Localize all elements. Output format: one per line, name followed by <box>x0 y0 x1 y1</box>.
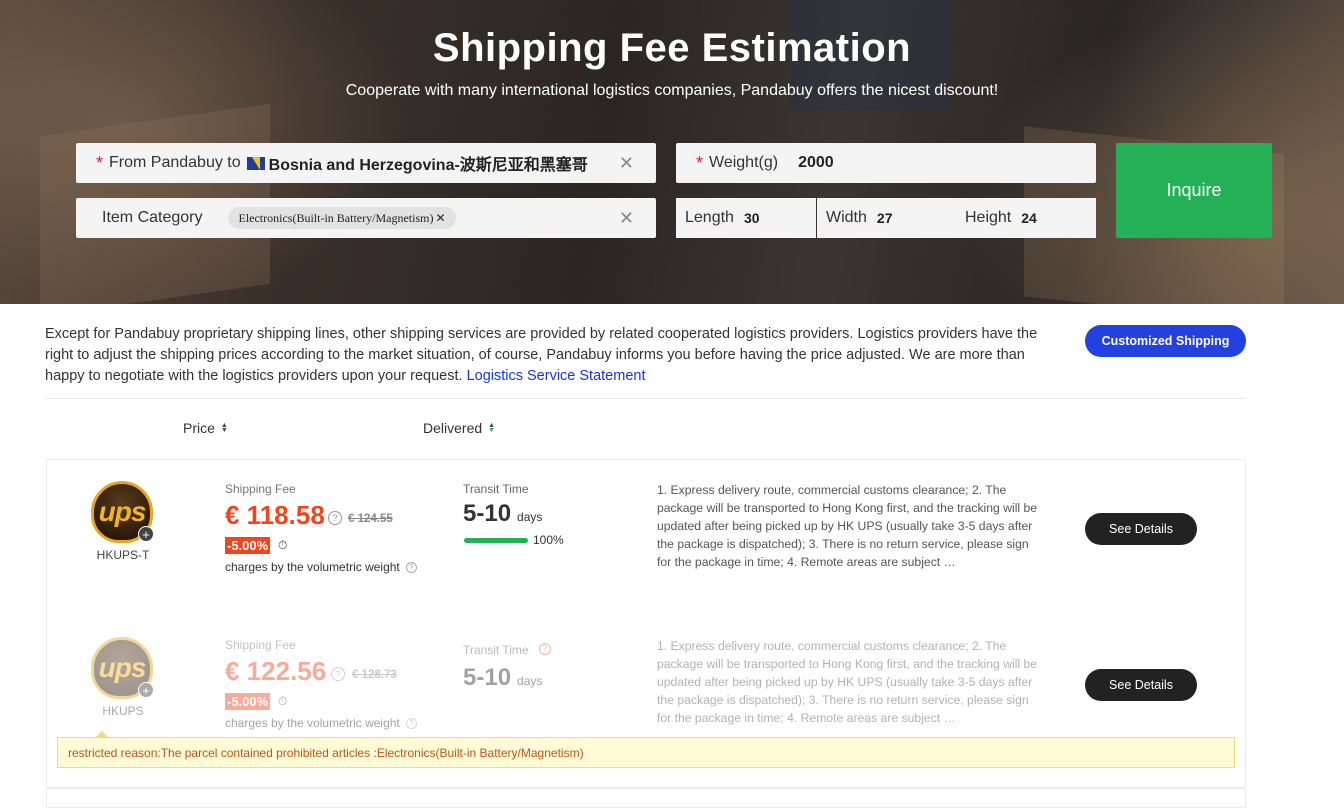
height-label: Height <box>965 209 1012 226</box>
item-category-select[interactable]: Item Category Electronics(Built-in Batte… <box>76 198 656 238</box>
category-tag-label: Electronics(Built-in Battery/Magnetism) <box>238 210 434 225</box>
weight-field[interactable]: * Weight(g) 2000 <box>676 143 1096 183</box>
page-subtitle: Cooperate with many international logist… <box>345 82 999 99</box>
transit-time-value: 5-10 days <box>463 500 542 528</box>
hero-banner: Shipping Fee Estimation Cooperate with m… <box>0 0 1344 304</box>
help-icon[interactable]: ? <box>405 562 417 573</box>
inquire-button[interactable]: Inquire <box>1116 143 1272 238</box>
timer-icon: ⏱ <box>278 538 288 552</box>
sort-delivered-label: Delivered <box>423 420 483 436</box>
transit-time-label: Transit Time <box>463 482 529 496</box>
help-icon[interactable]: ? <box>328 511 342 525</box>
destination-select[interactable]: * From Pandabuy to Bosnia and Herzegovin… <box>76 143 656 183</box>
ups-logo-icon: ups + <box>91 481 155 547</box>
see-details-button[interactable]: See Details <box>1085 669 1197 701</box>
destination-value: Bosnia and Herzegovina-波斯尼亚和黑塞哥 <box>268 157 588 174</box>
length-label: Length <box>685 209 734 226</box>
original-price: € 124.55 <box>348 513 393 525</box>
transit-unit: days <box>517 674 543 688</box>
width-label: Width <box>826 209 867 226</box>
help-icon[interactable]: ? <box>405 718 417 729</box>
shipping-price: € 118.58 <box>225 500 325 530</box>
customized-shipping-button[interactable]: Customized Shipping <box>1085 325 1246 357</box>
transit-days: 5-10 <box>463 500 512 527</box>
progress-fill <box>464 538 528 543</box>
volumetric-text: charges by the volumetric weight <box>225 560 400 574</box>
route-card <box>46 788 1246 808</box>
volumetric-note: charges by the volumetric weight? <box>225 560 417 574</box>
logistics-statement-link[interactable]: Logistics Service Statement <box>467 368 646 384</box>
plus-badge-icon: + <box>138 682 154 698</box>
volumetric-note: charges by the volumetric weight? <box>225 716 417 730</box>
length-value[interactable]: 30 <box>744 210 760 226</box>
plus-badge-icon: + <box>138 526 154 542</box>
category-tag[interactable]: Electronics(Built-in Battery/Magnetism) … <box>228 207 456 229</box>
original-price: € 128.73 <box>352 669 397 681</box>
route-description: 1. Express delivery route, commercial cu… <box>657 639 1038 725</box>
bosnia-flag-icon <box>246 156 265 170</box>
on-time-progress-bar <box>464 538 528 543</box>
shipping-price: € 122.56 <box>225 656 327 686</box>
width-value[interactable]: 27 <box>877 210 893 226</box>
weight-label: Weight(g) <box>709 154 779 171</box>
divider <box>45 398 1246 399</box>
required-asterisk: * <box>96 152 104 173</box>
transit-time-label: Transit Time <box>463 643 529 657</box>
from-label: From Pandabuy to <box>109 154 241 171</box>
item-category-label: Item Category <box>102 209 203 226</box>
restricted-reason-banner: restricted reason:The parcel contained p… <box>57 737 1235 768</box>
required-asterisk: * <box>696 152 704 173</box>
route-card: ups + HKUPS-T Shipping Fee € 118.58 ? € … <box>46 459 1246 617</box>
route-description: 1. Express delivery route, commercial cu… <box>657 483 1038 569</box>
ups-logo-icon: ups + <box>91 637 155 703</box>
sort-by-delivered[interactable]: Delivered ▲ ▼ <box>423 420 495 436</box>
discount-badge: -5.00% <box>225 537 271 554</box>
carrier-name: HKUPS <box>102 704 144 718</box>
weight-value[interactable]: 2000 <box>798 154 834 172</box>
logistics-notice: Except for Pandabuy proprietary shipping… <box>45 324 1065 387</box>
help-icon[interactable]: ? <box>331 667 345 681</box>
on-time-percent: 100% <box>533 533 564 547</box>
height-value[interactable]: 24 <box>1021 210 1037 226</box>
sort-arrows-icon: ▲ ▼ <box>488 422 496 434</box>
height-field[interactable]: Height 24 <box>956 198 1096 238</box>
carrier-name: HKUPS-T <box>96 548 150 562</box>
warning-icon[interactable]: ? <box>539 643 551 655</box>
timer-icon: ⏱ <box>278 694 288 708</box>
clear-category-icon[interactable]: ✕ <box>619 208 634 229</box>
transit-unit: days <box>517 510 543 524</box>
remove-tag-icon[interactable]: ✕ <box>435 211 445 226</box>
clear-destination-icon[interactable]: ✕ <box>619 153 634 174</box>
discount-badge: -5.00% <box>225 693 271 710</box>
sort-arrows-icon: ▲ ▼ <box>220 422 228 434</box>
length-field[interactable]: Length 30 <box>676 198 816 238</box>
sort-by-price[interactable]: Price ▲ ▼ <box>183 420 228 436</box>
transit-days: 5-10 <box>463 664 512 691</box>
transit-time-value: 5-10 days <box>463 664 542 692</box>
width-field[interactable]: Width 27 <box>817 198 957 238</box>
shipping-fee-label: Shipping Fee <box>225 638 296 652</box>
see-details-button[interactable]: See Details <box>1085 513 1197 545</box>
volumetric-text: charges by the volumetric weight <box>225 716 400 730</box>
sort-price-label: Price <box>183 420 215 436</box>
shipping-fee-label: Shipping Fee <box>225 482 296 496</box>
page-title: Shipping Fee Estimation <box>432 26 912 70</box>
